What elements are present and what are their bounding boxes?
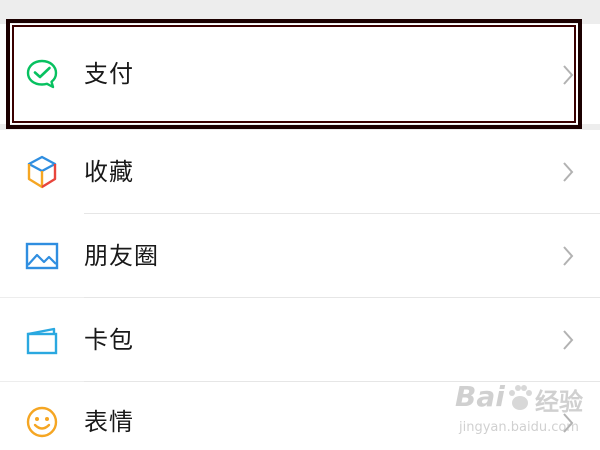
favorites-cube-icon bbox=[27, 155, 57, 189]
menu-item-label: 表情 bbox=[84, 408, 134, 436]
menu-item-card-wallet[interactable]: 卡包 bbox=[0, 298, 600, 381]
menu-item-favorites[interactable]: 收藏 bbox=[0, 130, 600, 214]
card-wallet-icon bbox=[26, 327, 58, 355]
menu-item-label: 卡包 bbox=[84, 326, 134, 354]
chevron-right-icon bbox=[563, 65, 574, 85]
chevron-right-icon bbox=[563, 413, 574, 433]
menu-item-stickers[interactable]: 表情 bbox=[0, 382, 600, 450]
chevron-right-icon bbox=[563, 162, 574, 182]
chevron-right-icon bbox=[563, 246, 574, 266]
menu-item-label: 朋友圈 bbox=[84, 242, 159, 270]
wechat-pay-icon bbox=[26, 59, 58, 89]
menu-item-moments[interactable]: 朋友圈 bbox=[0, 214, 600, 297]
moments-image-icon bbox=[25, 242, 59, 270]
smiley-face-icon bbox=[26, 406, 58, 438]
menu-item-label: 支付 bbox=[84, 60, 134, 88]
top-gap bbox=[0, 0, 600, 24]
chevron-right-icon bbox=[563, 330, 574, 350]
menu-item-label: 收藏 bbox=[84, 158, 134, 186]
wechat-me-menu-screen: 支付 收藏 朋友圈 卡包 表情 Bai 经验 jingyan.baidu.com bbox=[0, 0, 600, 450]
menu-item-pay[interactable]: 支付 bbox=[0, 24, 600, 124]
